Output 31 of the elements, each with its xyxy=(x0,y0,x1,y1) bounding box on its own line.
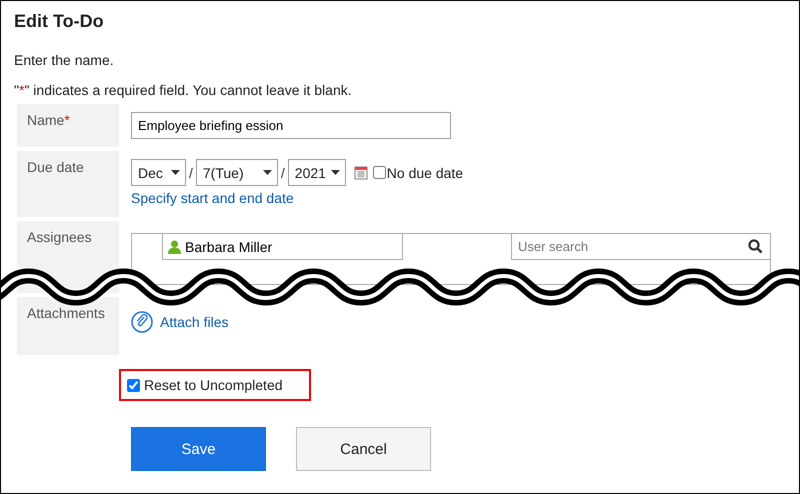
assignee-name: Barbara Miller xyxy=(185,238,272,254)
name-field[interactable]: Employee briefing ession xyxy=(131,112,451,139)
field-label: Due date xyxy=(27,159,84,175)
calendar-icon[interactable] xyxy=(354,165,368,180)
user-search-field[interactable]: User search xyxy=(511,234,771,260)
date-separator: / xyxy=(280,164,285,180)
reset-checkbox[interactable] xyxy=(127,378,140,392)
caret-icon xyxy=(330,170,340,175)
required-note: "*" indicates a required field. You cannot leave it blank. xyxy=(14,82,353,98)
date-separator: / xyxy=(189,164,193,180)
caret-icon xyxy=(262,170,272,175)
field-label: Assignees xyxy=(27,229,92,245)
field-label: Attachments xyxy=(27,305,105,321)
required-mark: * xyxy=(64,112,70,128)
page-title: Edit To-Do xyxy=(14,11,105,32)
day-select[interactable]: 7(Tue) xyxy=(196,159,278,186)
date-range-link[interactable]: Specify start and end date xyxy=(131,190,799,206)
month-select[interactable]: Dec xyxy=(131,159,186,186)
paperclip-icon[interactable] xyxy=(131,311,153,333)
year-select[interactable]: 2021 xyxy=(288,159,346,186)
checkbox-label: No due date xyxy=(386,164,464,180)
attach-files-link[interactable]: Attach files xyxy=(160,314,228,330)
caret-icon xyxy=(171,170,180,175)
cancel-button[interactable]: Cancel xyxy=(296,427,431,471)
person-icon xyxy=(168,240,181,254)
instruction-text: Enter the name. xyxy=(14,52,115,68)
save-button[interactable]: Save xyxy=(131,427,266,471)
checkbox-label: Reset to Uncompleted xyxy=(144,377,283,393)
no-due-date-checkbox[interactable] xyxy=(372,166,386,179)
search-icon[interactable] xyxy=(748,239,763,254)
field-label: Name xyxy=(27,112,64,128)
